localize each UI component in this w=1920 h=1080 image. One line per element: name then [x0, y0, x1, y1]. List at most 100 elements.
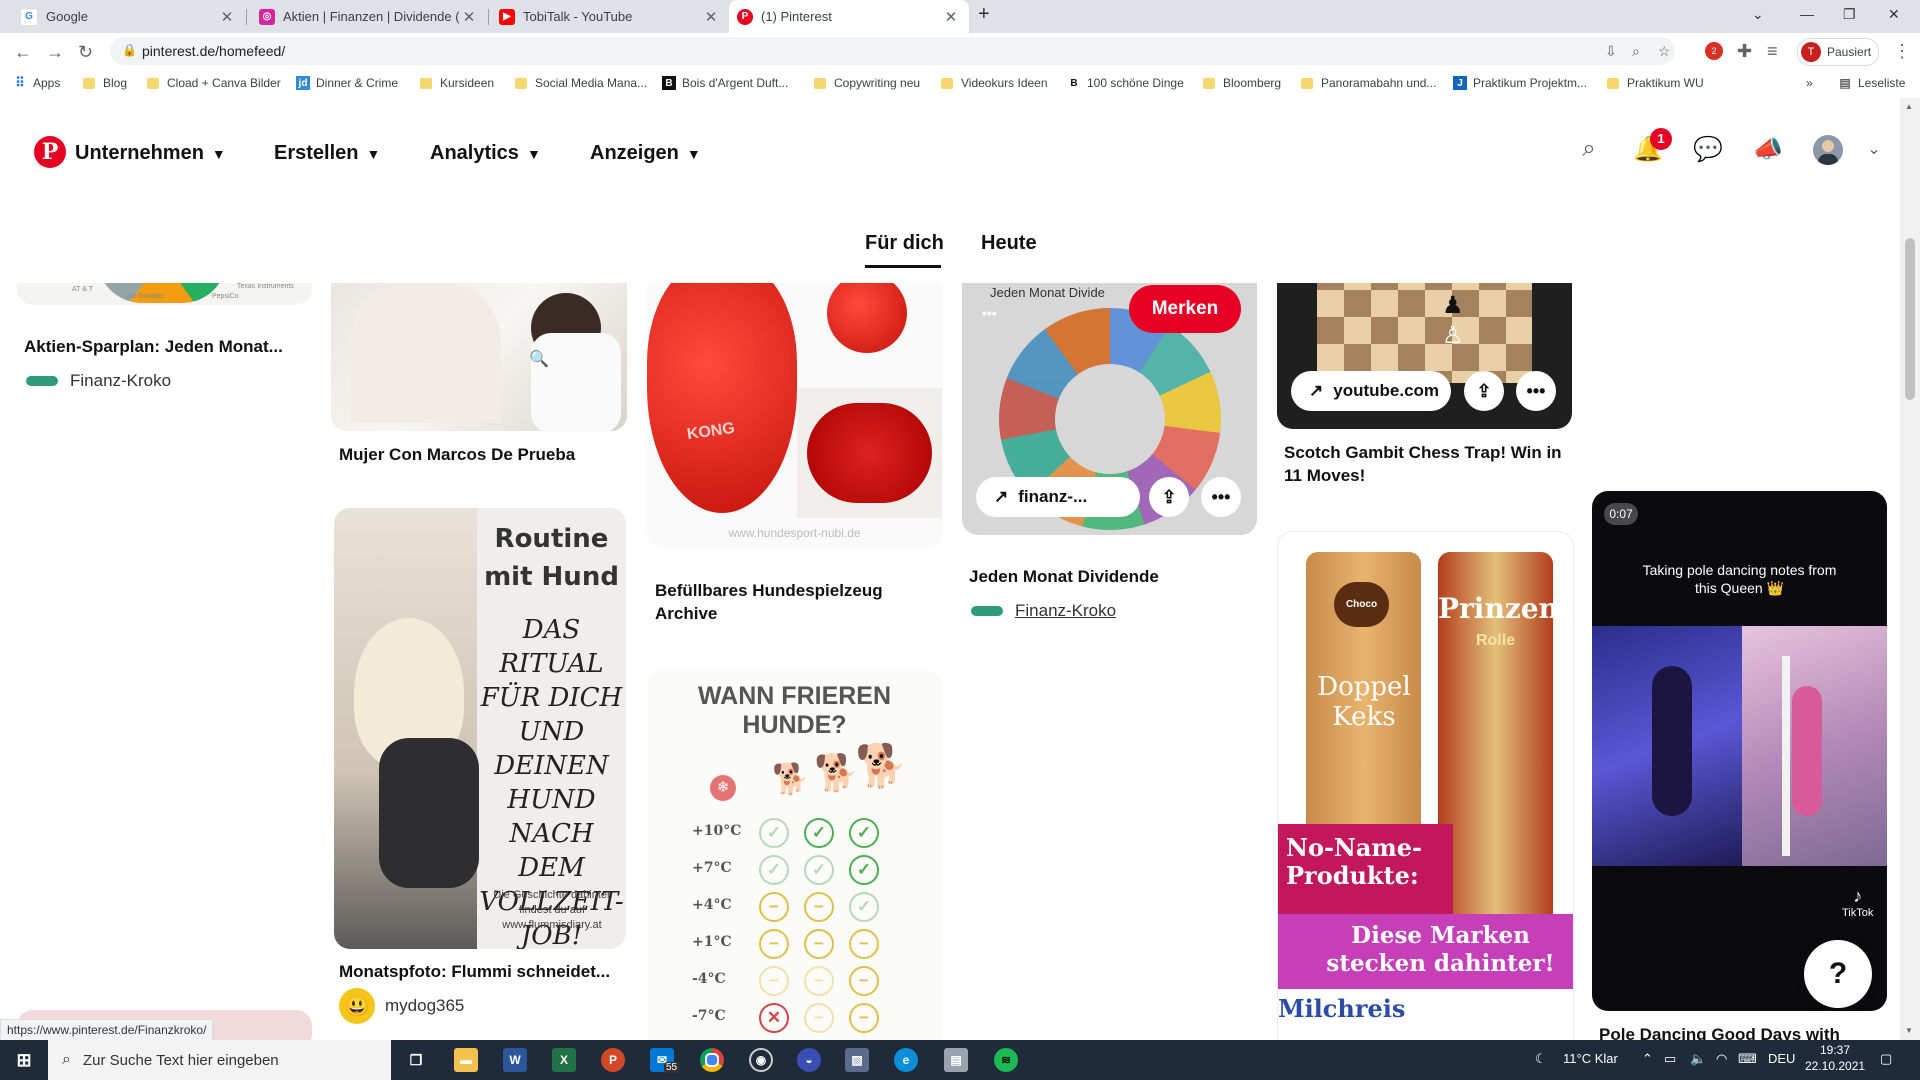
bookmark-folder[interactable]: Blog: [83, 76, 127, 90]
back-icon[interactable]: ←: [14, 42, 32, 63]
notifications-icon[interactable]: ▢: [1880, 1051, 1892, 1067]
edge-icon[interactable]: e: [894, 1048, 918, 1072]
tab-fuer-dich[interactable]: Für dich: [865, 232, 944, 255]
weather-moon-icon[interactable]: ☾: [1535, 1051, 1547, 1067]
pin-image-kong[interactable]: KONG www.hundesport-nubi.de: [647, 283, 942, 548]
tab-pinterest[interactable]: P (1) Pinterest ✕: [729, 0, 969, 33]
tab-heute[interactable]: Heute: [981, 232, 1037, 255]
close-window-icon[interactable]: ✕: [1888, 6, 1900, 23]
bookmark-folder[interactable]: Copywriting neu: [814, 76, 920, 90]
pin-title[interactable]: Mujer Con Marcos De Prueba: [339, 443, 619, 466]
app-icon[interactable]: ▤: [944, 1048, 968, 1072]
share-icon[interactable]: ⇪: [1149, 477, 1189, 517]
bookmark-folder[interactable]: Bloomberg: [1203, 76, 1281, 90]
bookmark-folder[interactable]: Kursideen: [420, 76, 494, 90]
taskbar-search[interactable]: ⌕ Zur Suche Text hier eingeben: [48, 1040, 391, 1080]
bookmark-folder[interactable]: Social Media Mana...: [515, 76, 647, 90]
install-icon[interactable]: ⇩: [1605, 43, 1617, 60]
chrome-icon[interactable]: [700, 1048, 724, 1072]
pin-title[interactable]: Aktien-Sparplan: Jeden Monat...: [24, 335, 304, 358]
bookmark-link[interactable]: J Praktikum Projektm...: [1453, 76, 1587, 90]
pin-image-sparplan[interactable]: AT & T Mc Donalds PepsiCo Texas Instrume…: [17, 283, 312, 305]
megaphone-icon[interactable]: 📣: [1752, 133, 1784, 165]
language-indicator[interactable]: DEU: [1768, 1051, 1795, 1066]
obs-icon[interactable]: ◉: [749, 1048, 773, 1072]
account-chevron-icon[interactable]: ⌄: [1858, 133, 1890, 165]
pin-creator[interactable]: Finanz-Kroko: [24, 363, 171, 399]
forward-icon[interactable]: →: [46, 42, 64, 63]
bookmark-link[interactable]: B Bois d'Argent Duft...: [662, 76, 788, 90]
wifi-icon[interactable]: ◠: [1716, 1051, 1727, 1067]
page-scrollbar[interactable]: ▲ ▼: [1900, 98, 1920, 1040]
pin-title[interactable]: Monatspfoto: Flummi schneidet...: [339, 960, 624, 983]
windows-start-icon[interactable]: ⊞: [12, 1048, 36, 1072]
bookmark-folder[interactable]: Cload + Canva Bilder: [147, 76, 281, 90]
volume-icon[interactable]: 🔈: [1690, 1051, 1706, 1067]
bookmark-link[interactable]: jd Dinner & Crime: [296, 76, 398, 90]
close-tab-icon[interactable]: ✕: [941, 8, 961, 26]
close-tab-icon[interactable]: ✕: [459, 8, 479, 26]
profile-button[interactable]: T Pausiert: [1797, 38, 1879, 66]
scroll-down-icon[interactable]: ▼: [1905, 1026, 1913, 1035]
pin-video-pole[interactable]: 0:07 Taking pole dancing notes from this…: [1592, 491, 1887, 1011]
search-icon[interactable]: ⌕: [1573, 133, 1605, 165]
tab-youtube[interactable]: ▶ TobiTalk - YouTube ✕: [489, 0, 729, 33]
spotify-icon[interactable]: ≋: [994, 1048, 1018, 1072]
bookmark-folder[interactable]: Praktikum WU: [1607, 76, 1704, 90]
pin-image-mujer[interactable]: 🔍: [331, 283, 627, 431]
pin-creator[interactable]: 😃 mydog365: [339, 988, 464, 1024]
more-options-icon[interactable]: •••: [1516, 371, 1556, 411]
nav-analytics[interactable]: Analytics ▼: [430, 142, 541, 165]
nav-anzeigen[interactable]: Anzeigen ▼: [590, 142, 701, 165]
link-button[interactable]: ↗ youtube.com: [1291, 371, 1451, 411]
zoom-icon[interactable]: ⌕: [1632, 43, 1640, 60]
network-icon[interactable]: ▭: [1664, 1051, 1676, 1067]
profile-avatar[interactable]: [1813, 135, 1843, 165]
word-icon[interactable]: W: [503, 1048, 527, 1072]
bookmarks-overflow[interactable]: »: [1806, 76, 1813, 90]
tab-instagram[interactable]: ◎ Aktien | Finanzen | Dividende (@ ✕: [247, 0, 487, 33]
help-button[interactable]: ?: [1804, 940, 1872, 1008]
address-bar[interactable]: 🔒 pinterest.de/homefeed/ ⇩ ⌕ ☆: [110, 37, 1675, 65]
pin-title[interactable]: Pole Dancing Good Days with: [1599, 1023, 1879, 1040]
bookmark-link[interactable]: B 100 schöne Dinge: [1067, 76, 1183, 90]
link-button[interactable]: ↗ finanz-...: [976, 477, 1140, 517]
pin-title[interactable]: Jeden Monat Dividende: [969, 565, 1249, 588]
reload-icon[interactable]: ↻: [78, 42, 93, 63]
zoom-lens-icon[interactable]: 🔍: [529, 349, 549, 369]
weather-text[interactable]: 11°C Klar: [1563, 1051, 1618, 1066]
reading-list-button[interactable]: ▤ Leseliste: [1838, 76, 1905, 90]
pin-image-frieren[interactable]: WANN FRIEREN HUNDE? ❄ 🐕 🐕 🐕 +10°C ✓ ✓ ✓ +7°C…: [647, 670, 942, 1040]
file-explorer-icon[interactable]: ▬: [454, 1048, 478, 1072]
pin-image-noname[interactable]: Choco Doppel Keks Prinzen Rolle No-Name-…: [1277, 531, 1574, 1040]
keyboard-icon[interactable]: ⌨: [1738, 1051, 1757, 1067]
share-icon[interactable]: ⇪: [1464, 371, 1504, 411]
pin-image-dividende[interactable]: Jeden Monat Divide ••• Merken ↗ finanz-..…: [962, 283, 1257, 535]
messages-icon[interactable]: 💬: [1692, 133, 1724, 165]
extensions-puzzle-icon[interactable]: ✚: [1737, 41, 1752, 62]
nav-erstellen[interactable]: Erstellen ▼: [274, 142, 380, 165]
scroll-up-icon[interactable]: ▲: [1905, 102, 1913, 111]
pin-title[interactable]: Scotch Gambit Chess Trap! Win in 11 Move…: [1284, 441, 1564, 487]
app-icon[interactable]: ◒: [797, 1048, 821, 1072]
bookmark-apps[interactable]: ⠿ Apps: [13, 75, 60, 90]
pin-title[interactable]: Befüllbares Hundespielzeug Archive: [655, 579, 935, 625]
bookmark-folder[interactable]: Videokurs Ideen: [941, 76, 1048, 90]
extension-icon[interactable]: 2: [1705, 42, 1723, 60]
new-tab-icon[interactable]: +: [978, 3, 990, 26]
more-options-icon[interactable]: •••: [1201, 477, 1241, 517]
pinterest-logo-icon[interactable]: P: [34, 136, 66, 168]
tab-search-icon[interactable]: ⌄: [1752, 6, 1764, 23]
close-tab-icon[interactable]: ✕: [701, 8, 721, 26]
scrollbar-thumb[interactable]: [1905, 238, 1915, 400]
bookmark-star-icon[interactable]: ☆: [1658, 43, 1671, 60]
minimize-icon[interactable]: —: [1800, 6, 1814, 22]
close-tab-icon[interactable]: ✕: [217, 8, 237, 26]
reading-list-icon[interactable]: ≡: [1767, 41, 1778, 62]
nav-unternehmen[interactable]: Unternehmen ▼: [75, 142, 226, 165]
pin-image-chess[interactable]: ♟ ♙ ↗ youtube.com ⇪ •••: [1277, 283, 1572, 429]
app-icon[interactable]: ▧: [845, 1048, 869, 1072]
excel-icon[interactable]: X: [552, 1048, 576, 1072]
pin-creator[interactable]: Finanz-Kroko: [969, 593, 1116, 629]
menu-kebab-icon[interactable]: ⋮: [1893, 41, 1911, 62]
